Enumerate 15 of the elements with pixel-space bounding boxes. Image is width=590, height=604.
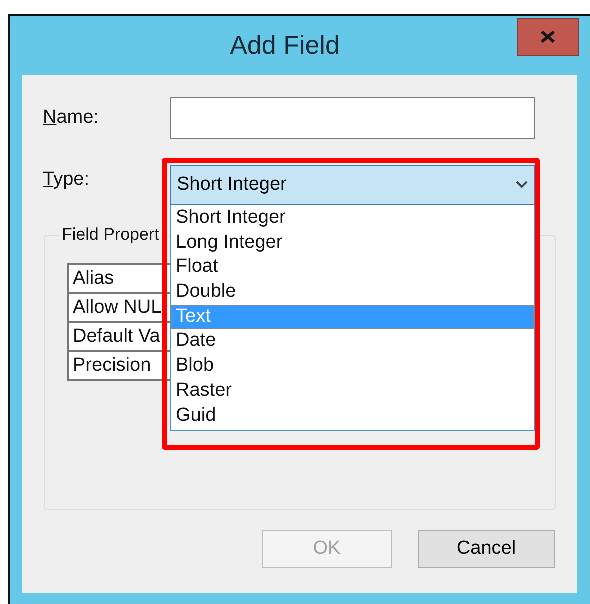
dropdown-option[interactable]: Raster bbox=[171, 378, 534, 404]
dropdown-option[interactable]: Long Integer bbox=[171, 230, 534, 256]
close-button[interactable] bbox=[517, 18, 579, 56]
type-dropdown[interactable]: Short Integer bbox=[170, 165, 535, 205]
name-field[interactable] bbox=[170, 97, 535, 139]
group-title: Field Propert bbox=[59, 225, 162, 245]
selected-type: Short Integer bbox=[177, 174, 287, 196]
window-title: Add Field bbox=[230, 30, 340, 61]
close-icon bbox=[541, 31, 555, 43]
name-label: Name: bbox=[43, 107, 100, 129]
chevron-icon bbox=[516, 181, 528, 189]
dropdown-option[interactable]: Short Integer bbox=[171, 206, 534, 231]
type-label: Type: bbox=[43, 168, 90, 191]
cancel-button[interactable]: Cancel bbox=[418, 530, 555, 568]
dropdown-option[interactable]: Guid bbox=[171, 404, 534, 428]
